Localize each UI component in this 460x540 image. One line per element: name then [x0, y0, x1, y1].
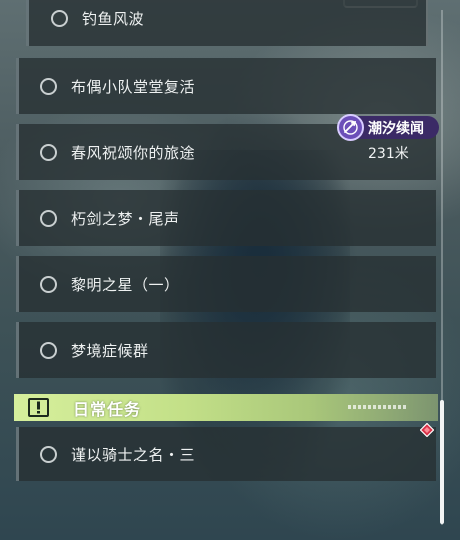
quest-status-ring-icon	[40, 445, 57, 463]
quest-row[interactable]: 朽剑之梦・尾声	[16, 190, 436, 246]
quest-status-ring-icon	[40, 143, 57, 161]
scrollbar-thumb[interactable]	[440, 400, 444, 524]
tracked-quest-title: 潮汐续闻	[368, 120, 424, 137]
quest-row[interactable]: 布偶小队堂堂复活	[16, 58, 436, 114]
tracked-quest-badge[interactable]: 潮汐续闻	[337, 114, 439, 141]
tracked-quest-distance: 231米	[368, 146, 409, 162]
quest-row[interactable]: 梦境症候群	[16, 322, 436, 378]
swordsman-emblem-icon	[337, 114, 364, 141]
daily-quest-row[interactable]: 谨以骑士之名・三	[16, 427, 436, 481]
exclamation-box-icon	[28, 398, 49, 417]
quest-label: 谨以骑士之名・三	[71, 445, 196, 464]
quest-row[interactable]: 钓鱼风波	[26, 0, 428, 46]
quest-status-ring-icon	[40, 77, 57, 95]
daily-quests-header[interactable]: 日常任务	[14, 394, 438, 421]
quest-status-ring-icon	[51, 9, 68, 27]
quest-label: 春风祝颂你的旅途	[71, 143, 196, 162]
header-decoration	[348, 405, 406, 409]
quest-label: 黎明之星（一）	[71, 275, 180, 294]
quest-status-ring-icon	[40, 275, 57, 293]
quest-row[interactable]: 黎明之星（一）	[16, 256, 436, 312]
quest-label: 布偶小队堂堂复活	[71, 77, 196, 96]
quest-label: 梦境症候群	[71, 341, 149, 360]
quest-status-ring-icon	[40, 209, 57, 227]
red-diamond-icon	[420, 423, 434, 437]
daily-quests-title: 日常任务	[73, 399, 142, 419]
quest-label: 朽剑之梦・尾声	[71, 209, 180, 228]
quest-label: 钓鱼风波	[82, 9, 145, 28]
quest-status-ring-icon	[40, 341, 57, 359]
